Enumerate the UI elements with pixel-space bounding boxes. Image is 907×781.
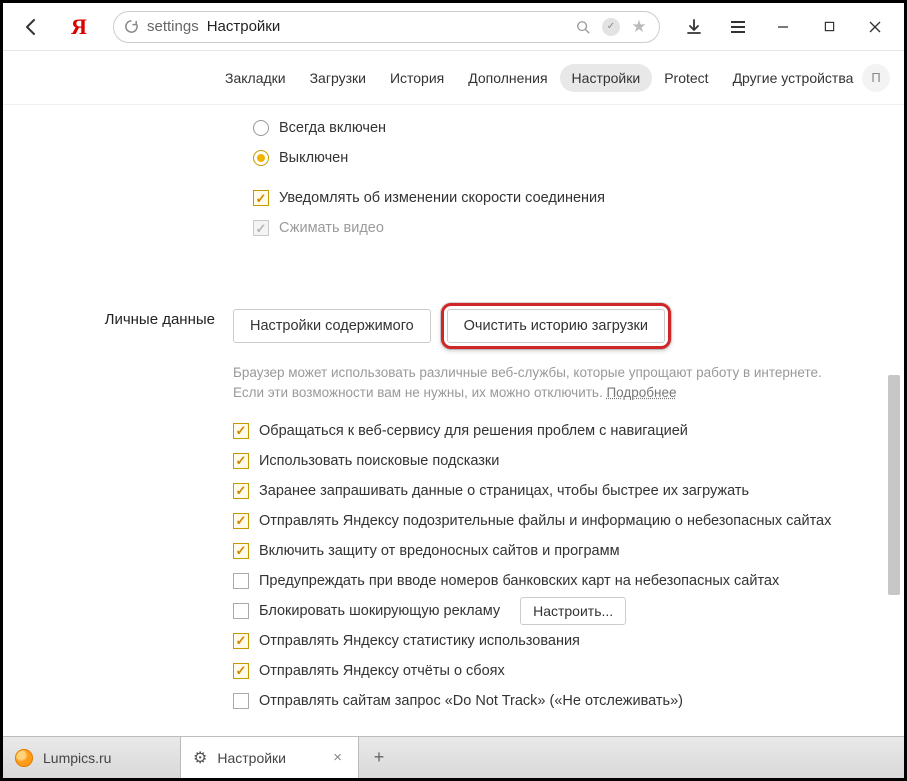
checkbox-icon	[253, 190, 269, 206]
checkbox-icon	[233, 693, 249, 709]
checkbox-label: Отправлять сайтам запрос «Do Not Track» …	[259, 693, 683, 709]
back-button[interactable]	[9, 5, 53, 49]
chk-send-crash-reports[interactable]: Отправлять Яндексу отчёты о сбоях	[233, 656, 864, 686]
chk-search-suggestions[interactable]: Использовать поисковые подсказки	[233, 446, 864, 476]
nav-tab-history[interactable]: История	[378, 64, 456, 92]
tab-title: Настройки	[217, 750, 286, 766]
new-tab-button[interactable]: +	[359, 737, 399, 778]
close-tab-icon[interactable]: ×	[333, 749, 342, 766]
checkbox-icon	[253, 220, 269, 236]
right-controls	[672, 5, 898, 49]
turbo-options: Всегда включен Выключен Уведомлять об из…	[253, 105, 904, 243]
chk-do-not-track[interactable]: Отправлять сайтам запрос «Do Not Track» …	[233, 686, 864, 716]
profile-avatar[interactable]: П	[862, 64, 890, 92]
privacy-section: Личные данные Настройки содержимого Очис…	[3, 303, 904, 716]
privacy-description: Браузер может использовать различные веб…	[233, 363, 843, 404]
nav-tab-settings[interactable]: Настройки	[560, 64, 653, 92]
chk-send-suspicious[interactable]: Отправлять Яндексу подозрительные файлы …	[233, 506, 864, 536]
window-close[interactable]	[852, 5, 898, 49]
chk-prefetch[interactable]: Заранее запрашивать данные о страницах, …	[233, 476, 864, 506]
checkbox-label: Обращаться к веб-сервису для решения про…	[259, 423, 688, 439]
settings-nav: Закладки Загрузки История Дополнения Нас…	[3, 51, 904, 105]
privacy-more-link[interactable]: Подробнее	[606, 385, 676, 400]
checkbox-icon	[233, 453, 249, 469]
scrollbar-thumb[interactable]	[888, 375, 900, 595]
radio-off[interactable]: Выключен	[253, 143, 904, 173]
checkbox-icon	[233, 483, 249, 499]
checkbox-label: Отправлять Яндексу отчёты о сбоях	[259, 663, 505, 679]
settings-content: Всегда включен Выключен Уведомлять об из…	[3, 105, 904, 736]
nav-tab-protect[interactable]: Protect	[652, 64, 720, 92]
scrollbar[interactable]	[886, 105, 902, 736]
checkbox-label: Предупреждать при вводе номеров банковск…	[259, 573, 779, 589]
checkbox-label: Отправлять Яндексу статистику использова…	[259, 633, 580, 649]
checkbox-icon	[233, 633, 249, 649]
checkbox-icon	[233, 663, 249, 679]
url-title: Настройки	[207, 18, 565, 35]
checkbox-label: Использовать поисковые подсказки	[259, 453, 499, 469]
search-icon[interactable]	[573, 20, 593, 34]
chk-send-stats[interactable]: Отправлять Яндексу статистику использова…	[233, 626, 864, 656]
chk-block-shocking-ads[interactable]: Блокировать шокирующую рекламу Настроить…	[233, 596, 864, 626]
checkbox-compress-video: Сжимать видео	[253, 213, 904, 243]
nav-tab-devices[interactable]: Другие устройства	[721, 64, 866, 92]
checkbox-notify-speed[interactable]: Уведомлять об изменении скорости соедине…	[253, 183, 904, 213]
chk-nav-webservice[interactable]: Обращаться к веб-сервису для решения про…	[233, 416, 864, 446]
window-minimize[interactable]	[760, 5, 806, 49]
address-bar[interactable]: settings Настройки ✓ ★	[113, 11, 660, 43]
section-title: Личные данные	[3, 303, 233, 328]
radio-icon	[253, 120, 269, 136]
chk-card-warning[interactable]: Предупреждать при вводе номеров банковск…	[233, 566, 864, 596]
window-tab-strip: Lumpics.ru ⚙ Настройки × +	[3, 736, 904, 778]
content-settings-button[interactable]: Настройки содержимого	[233, 309, 431, 343]
chk-malware-protection[interactable]: Включить защиту от вредоносных сайтов и …	[233, 536, 864, 566]
radio-label: Всегда включен	[279, 120, 386, 136]
privacy-desc-text: Браузер может использовать различные веб…	[233, 365, 822, 400]
window-tab-settings[interactable]: ⚙ Настройки ×	[181, 737, 359, 778]
checkbox-label: Блокировать шокирующую рекламу	[259, 603, 500, 619]
favicon-icon	[15, 749, 33, 767]
checkbox-label: Отправлять Яндексу подозрительные файлы …	[259, 513, 831, 529]
browser-toolbar: Я settings Настройки ✓ ★	[3, 3, 904, 51]
window-maximize[interactable]	[806, 5, 852, 49]
configure-ads-button[interactable]: Настроить...	[520, 597, 626, 625]
bookmark-star-icon[interactable]: ★	[629, 17, 649, 37]
radio-icon	[253, 150, 269, 166]
clear-history-button[interactable]: Очистить историю загрузки	[447, 309, 665, 343]
reload-icon[interactable]	[124, 19, 139, 34]
highlight-frame: Очистить историю загрузки	[441, 303, 671, 349]
tab-title: Lumpics.ru	[43, 750, 111, 766]
checkbox-label: Заранее запрашивать данные о страницах, …	[259, 483, 749, 499]
checkbox-label: Уведомлять об изменении скорости соедине…	[279, 190, 605, 206]
checkbox-icon	[233, 423, 249, 439]
protect-icon[interactable]: ✓	[601, 18, 621, 36]
gear-icon: ⚙	[193, 748, 207, 768]
yandex-logo[interactable]: Я	[57, 5, 101, 49]
checkbox-label: Включить защиту от вредоносных сайтов и …	[259, 543, 620, 559]
nav-tab-bookmarks[interactable]: Закладки	[213, 64, 298, 92]
checkbox-icon	[233, 603, 249, 619]
window-tab-lumpics[interactable]: Lumpics.ru	[3, 737, 181, 778]
checkbox-icon	[233, 573, 249, 589]
nav-tab-addons[interactable]: Дополнения	[456, 64, 559, 92]
checkbox-icon	[233, 543, 249, 559]
menu-button[interactable]	[716, 5, 760, 49]
downloads-button[interactable]	[672, 5, 716, 49]
radio-always-on[interactable]: Всегда включен	[253, 113, 904, 143]
radio-label: Выключен	[279, 150, 348, 166]
nav-tab-downloads[interactable]: Загрузки	[298, 64, 378, 92]
checkbox-icon	[233, 513, 249, 529]
checkbox-label: Сжимать видео	[279, 220, 384, 236]
url-prefix: settings	[147, 18, 199, 35]
